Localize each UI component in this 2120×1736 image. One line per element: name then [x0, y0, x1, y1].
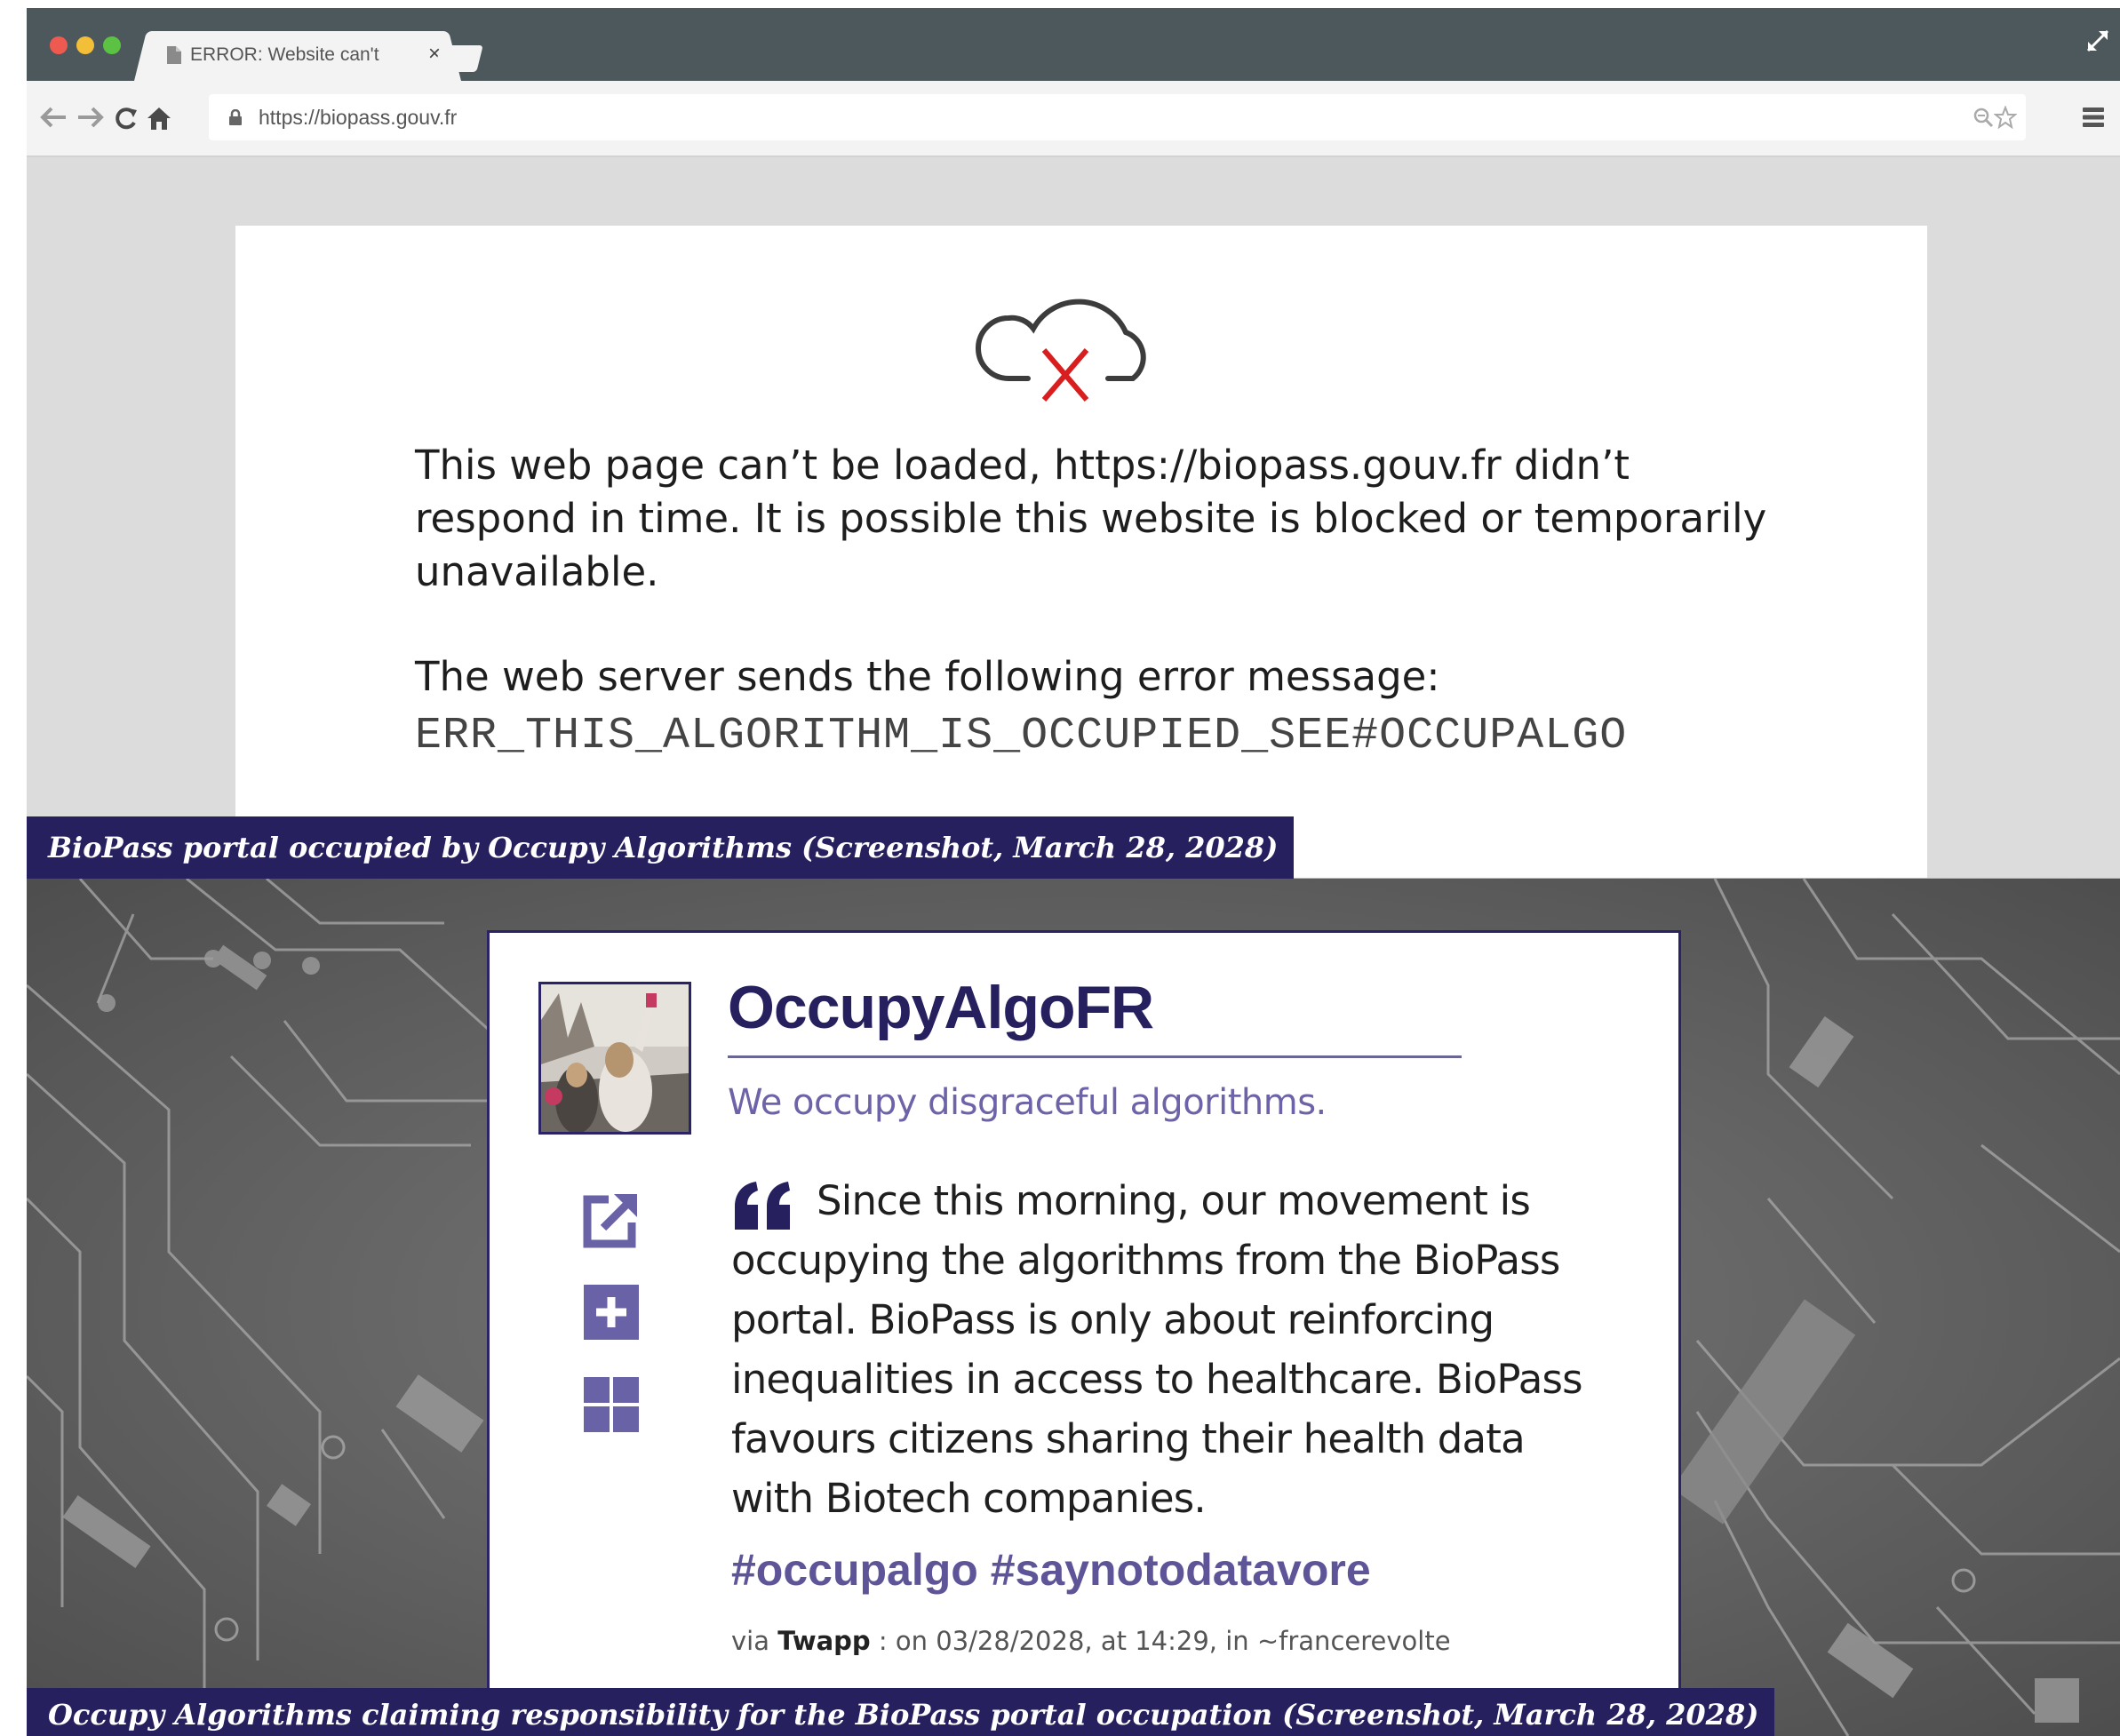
maximize-window-button[interactable] — [103, 36, 121, 54]
cloud-error-icon — [976, 299, 1146, 402]
title-bar: ERROR: Website can't × — [27, 8, 2120, 81]
tab-title: ERROR: Website can't — [190, 44, 379, 65]
star-icon[interactable] — [1994, 106, 2017, 129]
close-window-button[interactable] — [50, 36, 68, 54]
post-text: Since this morning, our movement is occu… — [731, 1177, 1583, 1522]
error-message: This web page can’t be loaded, https://b… — [415, 442, 1767, 595]
meta-via: via — [731, 1626, 769, 1656]
browser-toolbar: https://biopass.gouv.fr — [27, 81, 2120, 157]
avatar-photo — [541, 984, 689, 1132]
avatar[interactable] — [538, 982, 691, 1135]
back-icon[interactable] — [39, 106, 68, 129]
error-page-card: This web page can’t be loaded, https://b… — [235, 226, 1927, 901]
lock-icon — [229, 109, 242, 125]
url-text[interactable]: https://biopass.gouv.fr — [259, 106, 457, 130]
address-bar[interactable]: https://biopass.gouv.fr — [209, 94, 2026, 140]
browser-window: ERROR: Website can't × https://biopass.g… — [27, 8, 2120, 1736]
server-message-label: The web server sends the following error… — [415, 653, 1440, 700]
expand-icon[interactable] — [2084, 28, 2111, 54]
social-post-card: OccupyAlgoFR We occupy disgraceful algor… — [487, 930, 1681, 1700]
plus-icon[interactable] — [582, 1283, 641, 1342]
forward-icon[interactable] — [76, 106, 105, 129]
grid-icon[interactable] — [582, 1375, 641, 1434]
error-code: ERR_THIS_ALGORITHM_IS_OCCUPIED_SEE#OCCUP… — [415, 711, 1628, 761]
post-hashtags[interactable]: #occupalgo #saynotodatavore — [731, 1544, 1371, 1596]
post-meta: via Twapp : on 03/28/2028, at 14:29, in … — [731, 1626, 1451, 1656]
meta-app[interactable]: Twapp — [777, 1626, 870, 1656]
caption-top: BioPass portal occupied by Occupy Algori… — [27, 816, 1295, 879]
account-tagline: We occupy disgraceful algorithms. — [728, 1082, 1327, 1123]
new-tab-button[interactable] — [434, 45, 483, 72]
external-link-icon[interactable] — [582, 1191, 641, 1249]
minimize-window-button[interactable] — [76, 36, 94, 54]
home-icon[interactable] — [146, 106, 172, 131]
meta-details: : on 03/28/2028, at 14:29, in ~francerev… — [878, 1626, 1451, 1656]
reload-icon[interactable] — [114, 106, 139, 131]
zoom-icon[interactable] — [1973, 107, 1994, 128]
name-divider — [728, 1055, 1462, 1058]
caption-bottom: Occupy Algorithms claiming responsibilit… — [27, 1688, 1775, 1736]
menu-icon[interactable] — [2081, 106, 2106, 129]
browser-tab[interactable]: ERROR: Website can't × — [151, 31, 444, 81]
document-icon — [167, 46, 181, 64]
account-name[interactable]: OccupyAlgoFR — [728, 973, 1154, 1042]
